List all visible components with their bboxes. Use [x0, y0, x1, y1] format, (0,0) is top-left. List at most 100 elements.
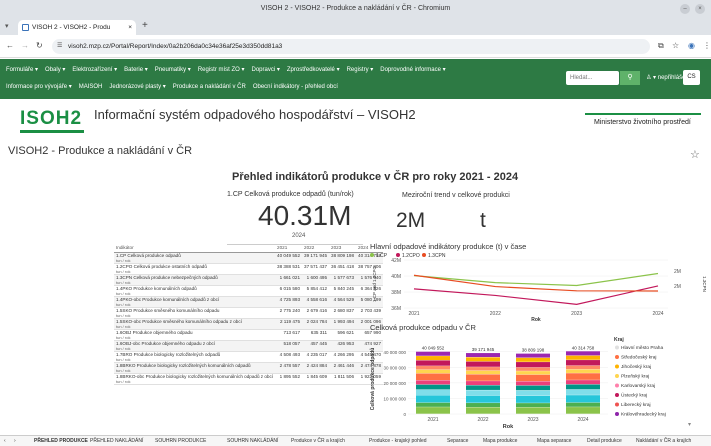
url-field[interactable]: ☰ visoh2.mzp.cz/Portal/Report/Index/0a2b…: [52, 39, 650, 54]
browser-menu-icon[interactable]: ⋮: [703, 41, 711, 51]
forward-icon[interactable]: →: [21, 41, 29, 51]
nav-item[interactable]: Baterie ▾: [124, 67, 148, 73]
report-tab[interactable]: Separace: [447, 438, 468, 444]
legend-label[interactable]: Jihočeský kraj: [621, 364, 651, 370]
table-row[interactable]: 1.6OBJ-obc Produkce objemného odpadu z o…: [114, 340, 384, 352]
column-header[interactable]: 2023: [329, 243, 357, 253]
favorite-star-icon[interactable]: ☆: [690, 148, 700, 161]
legend-label[interactable]: Královéhradecký kraj: [621, 412, 666, 418]
bar-segment[interactable]: [416, 389, 450, 396]
nav-item[interactable]: Informace pro vývojáře ▾: [6, 84, 72, 90]
bar-segment[interactable]: [466, 381, 500, 386]
table-row[interactable]: 1.8BRKO Produkce biologicky rozložitelný…: [114, 362, 384, 374]
table-row[interactable]: 1.CP Celková produkce odpadů tun / rok 40 …: [114, 252, 384, 264]
bookmark-star-icon[interactable]: ☆: [672, 41, 679, 51]
bar-segment[interactable]: [416, 366, 450, 370]
bar-segment[interactable]: [416, 369, 450, 374]
bar-segment[interactable]: [566, 373, 600, 380]
legend-label[interactable]: Ústecký kraj: [621, 392, 647, 399]
search-input[interactable]: Hledat...: [566, 71, 619, 85]
bar-segment[interactable]: [516, 353, 550, 358]
nav-item[interactable]: Doprovodné informace ▾: [380, 67, 445, 73]
nav-item[interactable]: Elektrozařízení ▾: [72, 67, 117, 73]
bar-segment[interactable]: [516, 357, 550, 362]
nav-item[interactable]: Registr míst ZO ▾: [198, 67, 245, 73]
table-row[interactable]: 1.6OBJ Produkce objemného odpadu tun / ro…: [114, 329, 384, 341]
isoh-logo[interactable]: ISOH2: [20, 108, 82, 130]
bar-segment[interactable]: [516, 367, 550, 371]
column-header[interactable]: Indikátor: [114, 243, 276, 253]
report-tab[interactable]: Produkce v ČR a krajích: [291, 438, 345, 444]
bar-segment[interactable]: [566, 360, 600, 366]
bar-segment[interactable]: [566, 402, 600, 407]
browser-tab[interactable]: VISOH 2 - VISOH2 - Produ ×: [18, 20, 136, 35]
bar-segment[interactable]: [566, 365, 600, 370]
bar-segment[interactable]: [466, 407, 500, 414]
bar-segment[interactable]: [566, 369, 600, 373]
bar-segment[interactable]: [516, 390, 550, 396]
bar-segment[interactable]: [416, 407, 450, 414]
bar-segment[interactable]: [516, 374, 550, 382]
report-tab[interactable]: SOUHRN NAKLÁDÁNÍ: [227, 438, 278, 444]
bar-segment[interactable]: [516, 362, 550, 368]
bar-segment[interactable]: [466, 357, 500, 362]
reload-icon[interactable]: ↻: [36, 41, 43, 51]
bar-segment[interactable]: [516, 407, 550, 414]
bar-segment[interactable]: [466, 370, 500, 375]
bar-segment[interactable]: [416, 384, 450, 390]
report-tab[interactable]: Nakládání v ČR a krajích: [636, 438, 691, 444]
bar-segment[interactable]: [516, 381, 550, 386]
report-tab[interactable]: Mapa separace: [537, 438, 571, 444]
legend-label[interactable]: Plzeňský kraj: [621, 374, 649, 380]
bar-segment[interactable]: [516, 371, 550, 375]
bar-segment[interactable]: [466, 353, 500, 358]
profile-icon[interactable]: ◉: [688, 41, 695, 51]
new-tab-icon[interactable]: +: [142, 20, 148, 31]
report-tab[interactable]: Produkce - krajský pohled: [369, 438, 427, 444]
nav-item[interactable]: Jednorázové plasty ▾: [109, 84, 165, 90]
back-icon[interactable]: ←: [6, 41, 14, 51]
bar-segment[interactable]: [566, 384, 600, 390]
report-tab[interactable]: Detail produkce: [587, 438, 622, 444]
column-header[interactable]: 2022: [302, 243, 330, 253]
bar-segment[interactable]: [516, 395, 550, 403]
table-row[interactable]: 1.8BRKO-obc Produkce biologicky rozložit…: [114, 373, 384, 385]
nav-item[interactable]: Obecní indikátory - přehled obcí: [253, 84, 338, 90]
legend-label[interactable]: Karlovarský kraj: [621, 383, 655, 389]
nav-item[interactable]: Registry ▾: [347, 67, 374, 73]
nav-item[interactable]: MAISOH: [79, 84, 103, 90]
nav-item[interactable]: Dopravci ▾: [252, 67, 280, 73]
tabs-scroll-right-icon[interactable]: ›: [14, 438, 16, 444]
bar-segment[interactable]: [566, 380, 600, 385]
language-select[interactable]: CS: [683, 70, 700, 85]
tab-close-icon[interactable]: ×: [128, 20, 132, 35]
bar-segment[interactable]: [466, 395, 500, 403]
bar-segment[interactable]: [416, 373, 450, 381]
bar-segment[interactable]: [566, 351, 600, 356]
search-button[interactable]: ⚲: [620, 71, 640, 85]
bar-segment[interactable]: [466, 374, 500, 381]
legend-label[interactable]: Liberecký kraj: [621, 402, 651, 408]
tab-list-icon[interactable]: ▾: [5, 22, 9, 30]
bar-segment[interactable]: [566, 389, 600, 395]
table-row[interactable]: 1.4PKO-obc Produkce komunálních odpadů z…: [114, 296, 384, 308]
legend-label[interactable]: Středočeský kraj: [621, 355, 656, 361]
nav-item[interactable]: Zprostředkovatelé ▾: [287, 67, 340, 73]
nav-item[interactable]: Formuláře ▾: [6, 67, 38, 73]
nav-item[interactable]: Pneumatiky ▾: [155, 67, 191, 73]
minimize-icon[interactable]: –: [680, 4, 690, 14]
tabs-scroll-left-icon[interactable]: ‹: [4, 438, 6, 444]
legend-label[interactable]: Hlavní město Praha: [621, 345, 663, 351]
table-row[interactable]: 1.7BRO Produkce biologicky rozložitelnýc…: [114, 351, 384, 363]
bar-segment[interactable]: [566, 407, 600, 414]
bar-segment[interactable]: [416, 351, 450, 356]
column-header[interactable]: 2021: [275, 243, 303, 253]
bar-segment[interactable]: [416, 402, 450, 407]
report-tab[interactable]: PŘEHLED PRODUKCE: [34, 438, 88, 444]
table-row[interactable]: 1.5SKO-obc Produkce směsného komunálního…: [114, 318, 384, 330]
bar-segment[interactable]: [466, 385, 500, 390]
bar-segment[interactable]: [416, 360, 450, 366]
close-icon[interactable]: ×: [695, 4, 705, 14]
legend-scroll-icon[interactable]: ▾: [688, 422, 691, 428]
table-row[interactable]: 1.3CPN Celková produkce nebezpečných odp…: [114, 274, 384, 286]
